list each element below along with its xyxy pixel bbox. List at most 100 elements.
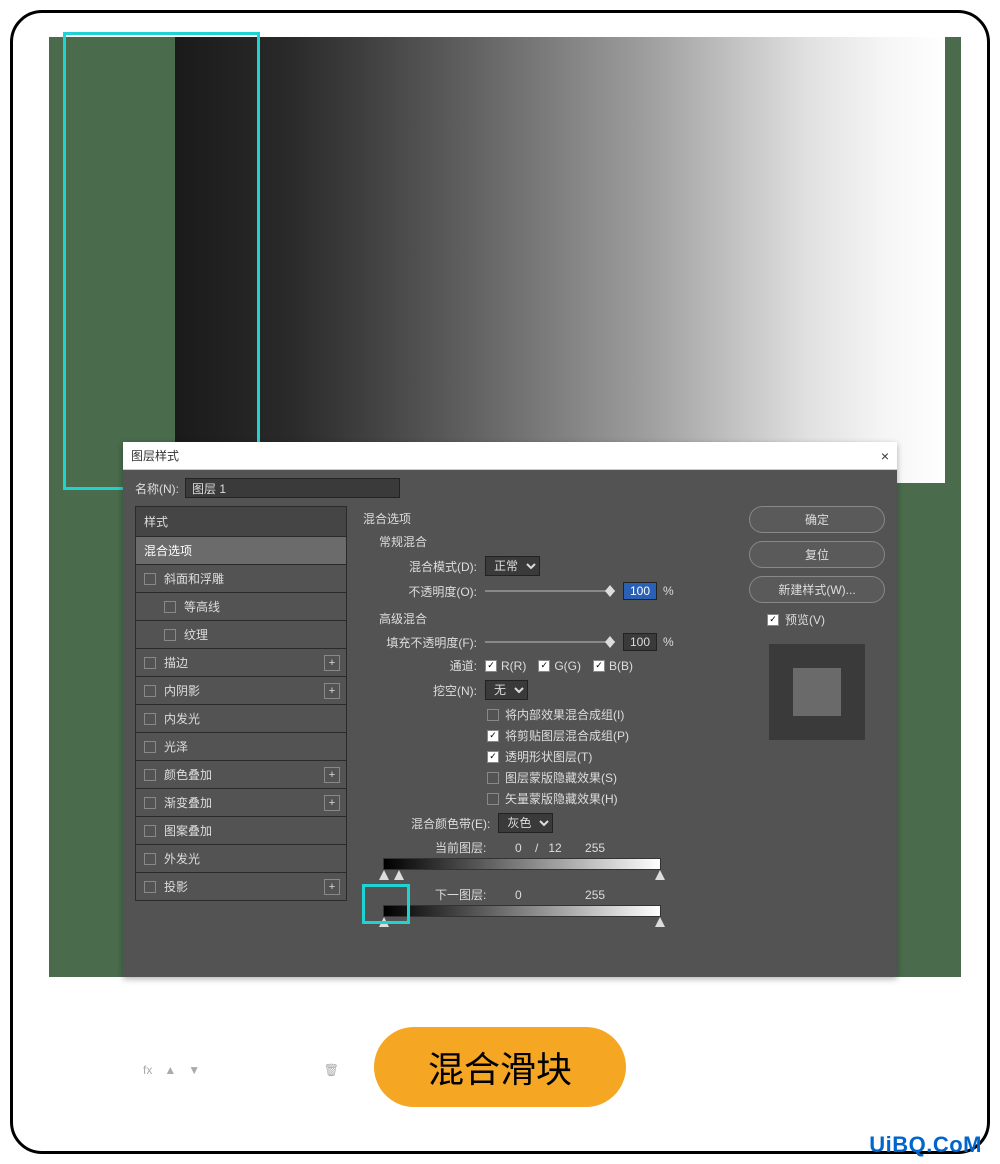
style-item[interactable]: 内发光 bbox=[135, 705, 347, 733]
outer-frame: 图层样式 × 名称(N): 样式 混合选项斜面和浮雕等高线纹理描边+ 内阴影 + 内发… bbox=[10, 10, 990, 1154]
highlight-rectangle-small bbox=[362, 884, 410, 924]
checkbox-icon[interactable] bbox=[144, 573, 156, 585]
advanced-option[interactable]: ✓ 透明形状图层(T) bbox=[487, 748, 733, 765]
style-item-label: 内阴影 bbox=[164, 682, 200, 699]
option-label: 透明形状图层(T) bbox=[505, 748, 592, 765]
blend-mode-label: 混合模式(D): bbox=[379, 558, 477, 575]
right-panel: 确定 复位 新建样式(W)... ✓预览(V) bbox=[749, 506, 885, 1085]
caption-pill: 混合滑块 bbox=[374, 1027, 626, 1107]
checkbox-icon[interactable] bbox=[164, 601, 176, 613]
style-item[interactable]: 等高线 bbox=[135, 593, 347, 621]
style-item[interactable]: 渐变叠加+ bbox=[135, 789, 347, 817]
ok-button[interactable]: 确定 bbox=[749, 506, 885, 533]
style-item-label: 投影 bbox=[164, 878, 188, 895]
new-style-button[interactable]: 新建样式(W)... bbox=[749, 576, 885, 603]
trash-icon[interactable]: 🗑 bbox=[324, 1063, 339, 1077]
watermark: UiBQ.CoM bbox=[869, 1132, 982, 1158]
fill-opacity-label: 填充不透明度(F): bbox=[379, 634, 477, 651]
style-item[interactable]: 混合选项 bbox=[135, 537, 347, 565]
knockout-select[interactable]: 无 bbox=[485, 680, 528, 700]
advanced-option[interactable]: 图层蒙版隐藏效果(S) bbox=[487, 769, 733, 786]
style-item[interactable]: 斜面和浮雕 bbox=[135, 565, 347, 593]
checkbox-icon[interactable] bbox=[487, 793, 499, 805]
cancel-button[interactable]: 复位 bbox=[749, 541, 885, 568]
style-item[interactable]: 外发光 bbox=[135, 845, 347, 873]
checkbox-icon[interactable] bbox=[144, 713, 156, 725]
slider-thumb-white-icon[interactable] bbox=[655, 917, 665, 927]
style-item-label: 内发光 bbox=[164, 710, 200, 727]
gradient-layer bbox=[175, 37, 945, 483]
advanced-option[interactable]: 将内部效果混合成组(I) bbox=[487, 706, 733, 723]
checkbox-icon[interactable] bbox=[144, 797, 156, 809]
plus-icon[interactable]: + bbox=[324, 879, 340, 895]
blend-if-select[interactable]: 灰色 bbox=[498, 813, 553, 833]
style-item[interactable]: 光泽 bbox=[135, 733, 347, 761]
slider-thumb-white-icon[interactable] bbox=[655, 870, 665, 880]
option-label: 矢量蒙版隐藏效果(H) bbox=[505, 790, 618, 807]
underlying-layer-slider[interactable] bbox=[383, 905, 661, 925]
styles-header: 样式 bbox=[135, 506, 347, 537]
advanced-option[interactable]: 矢量蒙版隐藏效果(H) bbox=[487, 790, 733, 807]
checkbox-icon[interactable] bbox=[144, 881, 156, 893]
plus-icon[interactable]: + bbox=[324, 655, 340, 671]
name-label: 名称(N): bbox=[135, 480, 179, 497]
style-item-label: 图案叠加 bbox=[164, 822, 212, 839]
style-item-label: 混合选项 bbox=[144, 542, 192, 559]
preview-checkbox[interactable]: ✓预览(V) bbox=[749, 611, 885, 628]
advanced-options-list: 将内部效果混合成组(I)✓将剪贴图层混合成组(P)✓透明形状图层(T)图层蒙版隐… bbox=[363, 706, 733, 807]
option-label: 将内部效果混合成组(I) bbox=[505, 706, 624, 723]
checkbox-icon[interactable]: ✓ bbox=[487, 730, 499, 742]
arrow-up-icon[interactable]: ▲ bbox=[164, 1063, 176, 1077]
fx-icon[interactable]: fx bbox=[143, 1063, 152, 1077]
this-layer-slider[interactable] bbox=[383, 858, 661, 878]
checkbox-icon[interactable] bbox=[164, 629, 176, 641]
plus-icon[interactable]: + bbox=[324, 683, 340, 699]
close-icon[interactable]: × bbox=[881, 448, 889, 464]
arrow-down-icon[interactable]: ▼ bbox=[188, 1063, 200, 1077]
style-item[interactable]: 纹理 bbox=[135, 621, 347, 649]
general-blending-title: 常规混合 bbox=[363, 533, 733, 550]
plus-icon[interactable]: + bbox=[324, 795, 340, 811]
style-item[interactable]: 内阴影 + bbox=[135, 677, 347, 705]
channel-b[interactable]: ✓B(B) bbox=[593, 659, 633, 673]
opacity-value[interactable]: 100 bbox=[623, 582, 657, 600]
opacity-slider[interactable] bbox=[485, 584, 615, 598]
checkbox-icon[interactable] bbox=[144, 825, 156, 837]
checkbox-icon[interactable] bbox=[487, 772, 499, 784]
channels-label: 通道: bbox=[379, 657, 477, 674]
style-item[interactable]: 投影 + bbox=[135, 873, 347, 901]
blend-if-section: 混合颜色带(E): 灰色 当前图层: 0 / 12 255 bbox=[363, 813, 733, 925]
checkbox-icon[interactable]: ✓ bbox=[487, 751, 499, 763]
name-input[interactable] bbox=[185, 478, 400, 498]
slider-thumb-black2-icon[interactable] bbox=[394, 870, 404, 880]
checkbox-icon[interactable] bbox=[144, 853, 156, 865]
checkbox-icon[interactable] bbox=[144, 769, 156, 781]
opacity-row: 不透明度(O): 100 % bbox=[363, 582, 733, 600]
style-item[interactable]: 图案叠加 bbox=[135, 817, 347, 845]
this-layer-values: 0 / 12 255 bbox=[515, 841, 605, 855]
preview-swatch-inner bbox=[793, 668, 841, 716]
style-item-label: 颜色叠加 bbox=[164, 766, 212, 783]
slider-thumb-black-icon[interactable] bbox=[379, 870, 389, 880]
styles-list: 混合选项斜面和浮雕等高线纹理描边+内阴影+内发光光泽颜色叠加+渐变叠加+图案叠加… bbox=[135, 537, 347, 901]
advanced-option[interactable]: ✓将剪贴图层混合成组(P) bbox=[487, 727, 733, 744]
style-item[interactable]: 颜色叠加 + bbox=[135, 761, 347, 789]
channel-r[interactable]: ✓R(R) bbox=[485, 659, 526, 673]
main-panel: 混合选项 常规混合 混合模式(D): 正常 不透明度(O): 100 % 高级混… bbox=[355, 506, 741, 1085]
style-item-label: 纹理 bbox=[184, 626, 208, 643]
opacity-label: 不透明度(O): bbox=[379, 583, 477, 600]
style-item-label: 光泽 bbox=[164, 738, 188, 755]
fill-opacity-slider[interactable] bbox=[485, 635, 615, 649]
style-item[interactable]: 描边+ bbox=[135, 649, 347, 677]
blend-mode-select[interactable]: 正常 bbox=[485, 556, 540, 576]
plus-icon[interactable]: + bbox=[324, 767, 340, 783]
checkbox-icon[interactable] bbox=[487, 709, 499, 721]
checkbox-icon[interactable] bbox=[144, 741, 156, 753]
layer-style-dialog: 图层样式 × 名称(N): 样式 混合选项斜面和浮雕等高线纹理描边+ 内阴影 + 内发… bbox=[123, 442, 897, 977]
underlying-layer-values: 0 255 bbox=[515, 888, 605, 902]
channel-g[interactable]: ✓G(G) bbox=[538, 659, 581, 673]
checkbox-icon[interactable] bbox=[144, 657, 156, 669]
checkbox-icon[interactable] bbox=[144, 685, 156, 697]
fill-opacity-value[interactable]: 100 bbox=[623, 633, 657, 651]
dialog-title-text: 图层样式 bbox=[131, 447, 179, 464]
